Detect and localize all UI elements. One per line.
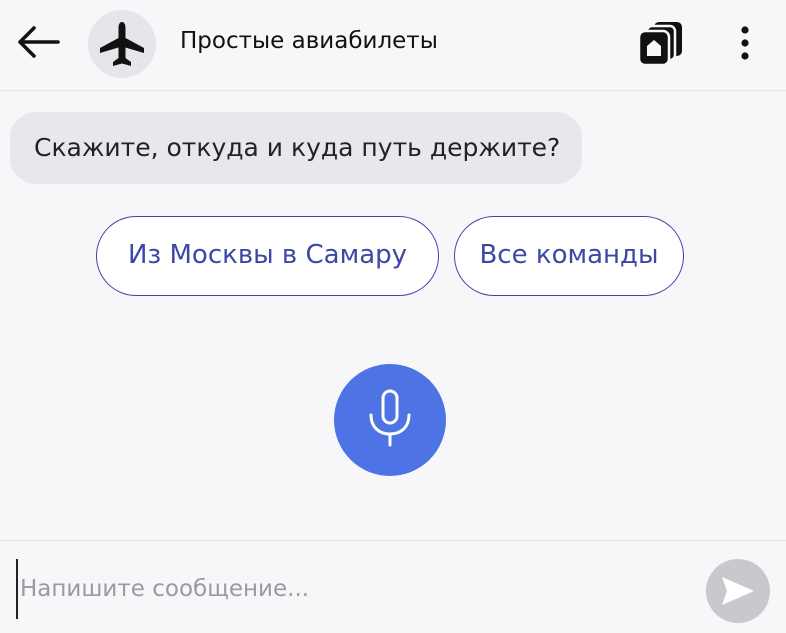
back-button[interactable] xyxy=(14,22,62,62)
cards-stack-icon xyxy=(637,22,682,67)
more-menu-button[interactable] xyxy=(730,22,760,66)
microphone-icon xyxy=(369,389,411,447)
app-title: Простые авиабилеты xyxy=(180,28,438,54)
message-composer xyxy=(0,540,786,633)
send-button[interactable] xyxy=(706,559,770,623)
arrow-left-icon xyxy=(18,26,60,58)
suggestion-chip[interactable]: Все команды xyxy=(454,216,684,296)
suggestion-chip[interactable]: Из Москвы в Самару xyxy=(96,216,439,296)
voice-input-button[interactable] xyxy=(334,364,446,476)
assistant-message: Скажите, откуда и куда путь держите? xyxy=(10,112,582,184)
message-input[interactable] xyxy=(16,559,686,619)
skill-avatar xyxy=(88,10,156,78)
cards-button[interactable] xyxy=(636,18,688,68)
more-vertical-icon xyxy=(741,26,749,60)
send-icon xyxy=(722,577,754,605)
airplane-icon xyxy=(100,22,144,66)
app-header: Простые авиабилеты xyxy=(0,0,786,91)
